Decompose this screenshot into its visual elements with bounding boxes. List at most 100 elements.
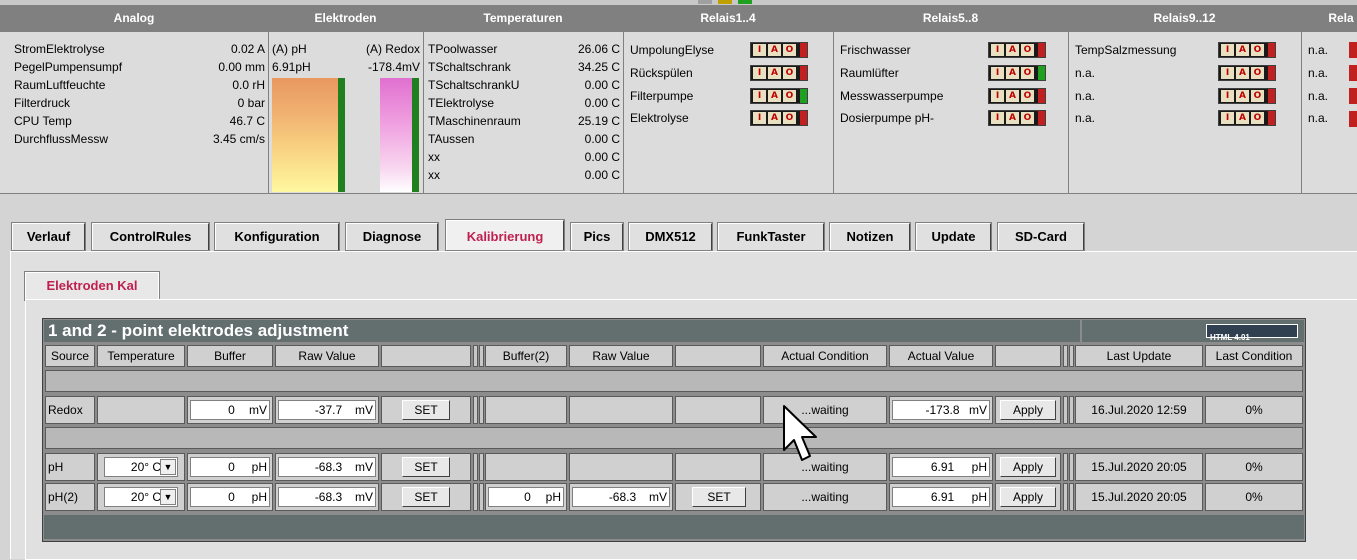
row-source: pH(2)	[45, 483, 95, 511]
col-spacer	[1063, 345, 1068, 367]
temp-value: 0.00 C	[584, 78, 620, 92]
actual-value-input[interactable]: -173.8 mV	[892, 400, 990, 420]
html-validator-badge[interactable]: HTML 4.01	[1206, 324, 1298, 342]
apply-button[interactable]: Apply	[1000, 487, 1056, 507]
col-raw-value: Raw Value	[275, 345, 379, 367]
last-condition: 0%	[1205, 483, 1303, 511]
table-footer	[44, 515, 1304, 539]
tab-update[interactable]: Update	[915, 222, 992, 251]
status-square	[718, 0, 732, 4]
raw-value-input[interactable]: -68.3 mV	[278, 457, 376, 477]
tab-pics[interactable]: Pics	[570, 222, 624, 251]
temperature-select[interactable]: 20° C ▼	[104, 457, 178, 477]
set2-button[interactable]: SET	[692, 487, 746, 507]
col-empty	[995, 345, 1061, 367]
raw-cell: -37.7 mV	[275, 396, 379, 424]
ph-label: (A) pH	[272, 42, 307, 56]
row-source: pH	[45, 453, 95, 481]
set-button[interactable]: SET	[402, 457, 450, 477]
relais-name: UmpolungElyse	[630, 43, 715, 57]
temp-name: TElektrolyse	[428, 96, 495, 110]
separator-row	[45, 427, 1303, 449]
subtab-elektroden-kal[interactable]: Elektroden Kal	[24, 271, 160, 301]
raw-value-input[interactable]: -68.3 mV	[278, 487, 376, 507]
main-tabs: Verlauf ControlRules Konfiguration Diagn…	[0, 219, 1357, 251]
row-temperature	[97, 396, 185, 424]
tab-sd-card[interactable]: SD-Card	[997, 222, 1085, 251]
status-panel: StromElektrolyse 0.02 A PegelPumpensumpf…	[0, 32, 1357, 194]
raw-value2-input[interactable]: -68.3 mV	[572, 487, 670, 507]
temperature-select[interactable]: 20° C ▼	[104, 487, 178, 507]
buffer-input[interactable]: 0 mV	[190, 400, 270, 420]
apply-button[interactable]: Apply	[1000, 457, 1056, 477]
tab-kalibrierung[interactable]: Kalibrierung	[445, 219, 565, 251]
col-spacer	[479, 453, 484, 481]
relais-name: TempSalzmessung	[1075, 43, 1177, 57]
redox-gradient-bar	[380, 78, 412, 192]
relais-switch[interactable]: IAO	[1218, 110, 1276, 126]
relais-switch[interactable]: IAO	[988, 65, 1046, 81]
tab-notizen[interactable]: Notizen	[829, 222, 911, 251]
header-relais-1-4: Relais1..4	[700, 11, 756, 25]
relais-name: Dosierpumpe pH-	[840, 111, 935, 125]
temp-name: TPoolwasser	[428, 42, 498, 56]
apply-button[interactable]: Apply	[1000, 400, 1056, 420]
last-update: 15.Jul.2020 20:05	[1075, 483, 1203, 511]
relais-switch[interactable]: IAO	[750, 42, 808, 58]
header-relais-5-8: Relais5..8	[922, 11, 979, 25]
analog-name: PegelPumpensumpf	[14, 60, 123, 74]
relais-name: Frischwasser	[840, 43, 911, 57]
col-buffer: Buffer	[187, 345, 273, 367]
actual-value-input[interactable]: 6.91 pH	[892, 457, 990, 477]
tab-verlauf[interactable]: Verlauf	[11, 222, 86, 251]
col-temperature: Temperature	[97, 345, 185, 367]
ph-value: 6.91pH	[272, 60, 311, 74]
chevron-down-icon[interactable]: ▼	[160, 489, 176, 505]
relais-switch[interactable]: IAO	[750, 110, 808, 126]
set2-cell	[675, 453, 761, 481]
relais-switch[interactable]: IAO	[750, 88, 808, 104]
temp-value: 0.00 C	[584, 132, 620, 146]
raw-value-input[interactable]: -37.7 mV	[278, 400, 376, 420]
buffer-input[interactable]: 0 pH	[190, 457, 270, 477]
chevron-down-icon[interactable]: ▼	[160, 459, 176, 475]
temp-value: 26.06 C	[577, 42, 620, 56]
status-square	[738, 0, 752, 4]
set2-cell	[675, 396, 761, 424]
tab-funktaster[interactable]: FunkTaster	[717, 222, 825, 251]
row-source: Redox	[45, 396, 95, 424]
raw-cell: -68.3 mV	[275, 453, 379, 481]
set-button[interactable]: SET	[402, 487, 450, 507]
calibration-table: 1 and 2 - point elektrodes adjustment HT…	[42, 318, 1306, 542]
relais-indicator	[1349, 42, 1357, 58]
analog-value: 3.45 cm/s	[212, 132, 265, 146]
relais-switch[interactable]: IAO	[1218, 42, 1276, 58]
relais-switch[interactable]: IAO	[988, 42, 1046, 58]
tab-diagnose[interactable]: Diagnose	[345, 222, 439, 251]
analog-name: CPU Temp	[14, 114, 72, 128]
relais-name: n.a.	[1308, 89, 1329, 103]
buffer-input[interactable]: 0 pH	[190, 487, 270, 507]
relais-switch[interactable]: IAO	[750, 65, 808, 81]
relais-switch[interactable]: IAO	[988, 110, 1046, 126]
relais-switch[interactable]: IAO	[988, 88, 1046, 104]
ph-gradient-bar	[272, 78, 340, 192]
col-buffer2: Buffer(2)	[485, 345, 567, 367]
header-analog: Analog	[113, 11, 155, 25]
relais-switch[interactable]: IAO	[1218, 88, 1276, 104]
col-last-update: Last Update	[1075, 345, 1203, 367]
buffer2-input[interactable]: 0 pH	[488, 487, 564, 507]
col-spacer	[1063, 483, 1068, 511]
actual-value-input[interactable]: 6.91 pH	[892, 487, 990, 507]
last-update: 15.Jul.2020 20:05	[1075, 453, 1203, 481]
temp-name: xx	[428, 150, 440, 164]
relais-switch[interactable]: IAO	[1218, 65, 1276, 81]
table-title: 1 and 2 - point elektrodes adjustment	[44, 320, 1080, 342]
tab-konfiguration[interactable]: Konfiguration	[214, 222, 340, 251]
col-spacer	[479, 396, 484, 424]
tab-dmx512[interactable]: DMX512	[628, 222, 713, 251]
tab-controlrules[interactable]: ControlRules	[91, 222, 210, 251]
temp-name: xx	[428, 168, 440, 182]
temp-value: 34.25 C	[577, 60, 620, 74]
set-button[interactable]: SET	[402, 400, 450, 420]
